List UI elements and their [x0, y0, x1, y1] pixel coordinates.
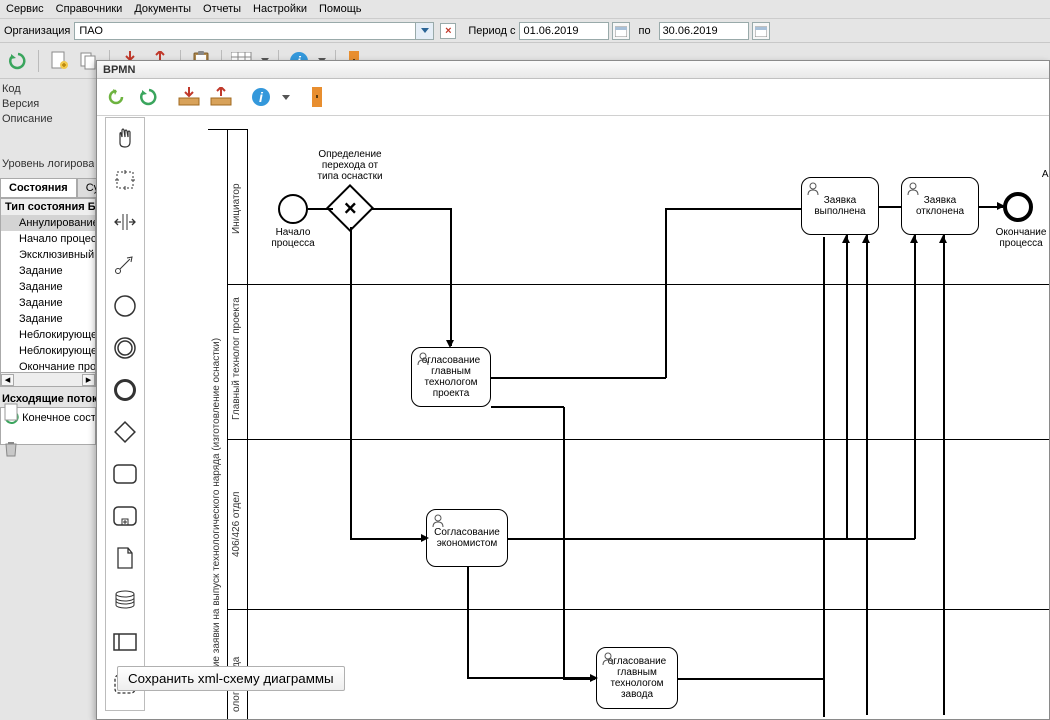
date-to-cal[interactable] — [752, 22, 770, 40]
tree-row[interactable]: Аннулирование пр — [1, 215, 95, 231]
org-clear[interactable]: × — [440, 23, 456, 39]
tree-row[interactable]: Неблокирующее з — [1, 327, 95, 343]
menu-service[interactable]: Сервис — [6, 3, 44, 15]
org-combo[interactable] — [74, 22, 434, 40]
refresh2-icon[interactable] — [137, 85, 161, 109]
tree-row[interactable]: Начало процесса — [1, 231, 95, 247]
hand-tool-icon[interactable] — [111, 124, 139, 152]
menu-ref[interactable]: Справочники — [56, 3, 123, 15]
subprocess-icon[interactable] — [111, 502, 139, 530]
user-icon — [906, 182, 920, 196]
export2-icon[interactable] — [209, 85, 233, 109]
tree-header: Тип состояния БП — [1, 199, 95, 215]
to-label: по — [638, 25, 650, 37]
lane-label-3: 406/426 отдел — [231, 479, 249, 569]
task-reject[interactable]: Заявка отклонена — [901, 177, 979, 235]
bpmn-title: BPMN — [97, 61, 1049, 79]
scroll-left-icon[interactable]: ◂ — [1, 374, 14, 386]
start-label: Начало процесса — [253, 227, 333, 249]
tree-hscroll[interactable]: ◂ ▸ — [0, 373, 96, 387]
state-tree[interactable]: Тип состояния БП Аннулирование пр Начало… — [0, 198, 96, 373]
tab-states[interactable]: Состояния — [0, 178, 77, 197]
menu-bar: Сервис Справочники Документы Отчеты Наст… — [0, 0, 1050, 19]
exit2-icon[interactable] — [307, 85, 331, 109]
tree-row[interactable]: Эксклюзивный шл — [1, 247, 95, 263]
user-icon — [601, 652, 615, 666]
lasso-tool-icon[interactable] — [111, 166, 139, 194]
tree-row[interactable]: Задание — [1, 311, 95, 327]
tree-row[interactable]: Неблокирующее з — [1, 343, 95, 359]
info2-icon[interactable]: i — [249, 85, 273, 109]
import2-icon[interactable] — [177, 85, 201, 109]
refresh-icon[interactable] — [6, 49, 30, 73]
left-kod: Код — [2, 82, 94, 97]
left-panel: Код Версия Описание Уровень логирования … — [0, 79, 96, 720]
new-doc-icon[interactable] — [47, 49, 71, 73]
connect-tool-icon[interactable] — [111, 250, 139, 278]
left-tabs: Состояния Субъ — [0, 178, 96, 198]
page-icon[interactable] — [4, 403, 20, 421]
task-tech-plant[interactable]: огласование главным технологом завода — [596, 647, 678, 709]
data-store-icon[interactable] — [111, 586, 139, 614]
intermediate-event-icon[interactable] — [111, 334, 139, 362]
pool-label: ование заявки на выпуск технологического… — [211, 289, 222, 689]
tree-row[interactable]: Задание — [1, 295, 95, 311]
start-event[interactable] — [278, 194, 308, 224]
tree-row[interactable]: Окончание проце — [1, 359, 95, 373]
task-done[interactable]: Заявка выполнена — [801, 177, 879, 235]
save-xml-button[interactable]: Сохранить xml-схему диаграммы — [117, 666, 345, 691]
org-input[interactable] — [75, 23, 415, 39]
filter-bar: Организация × Период с 01.06.2019 по 30.… — [0, 19, 1050, 43]
bpmn-window: BPMN i — [96, 60, 1050, 720]
tree-row[interactable]: Задание — [1, 263, 95, 279]
space-tool-icon[interactable] — [111, 208, 139, 236]
lane-label-1: Инициатор — [231, 169, 249, 249]
end-label: Окончание процесса — [991, 227, 1049, 249]
user-icon — [806, 182, 820, 196]
left-ver: Версия — [2, 97, 94, 112]
end-event-icon[interactable] — [111, 376, 139, 404]
undo-icon[interactable] — [105, 85, 129, 109]
menu-reports[interactable]: Отчеты — [203, 3, 241, 15]
scroll-right-icon[interactable]: ▸ — [82, 374, 95, 386]
menu-help[interactable]: Помощь — [319, 3, 362, 15]
trash-icon[interactable] — [4, 441, 20, 457]
start-event-icon[interactable] — [111, 292, 139, 320]
task-economist[interactable]: Согласование экономистом — [426, 509, 508, 567]
period-label: Период с — [468, 25, 515, 37]
gateway-icon[interactable] — [111, 418, 139, 446]
user-icon — [416, 352, 430, 366]
gateway-label: Определение перехода от типа оснастки — [305, 149, 395, 182]
left-level: Уровень логирования — [2, 157, 94, 172]
lane-label-2: Главный технолог проекта — [231, 304, 249, 424]
date-from[interactable]: 01.06.2019 — [519, 22, 609, 40]
menu-settings[interactable]: Настройки — [253, 3, 307, 15]
org-dropdown[interactable] — [415, 23, 433, 39]
bpmn-canvas[interactable]: ование заявки на выпуск технологического… — [153, 109, 1049, 719]
menu-docs[interactable]: Документы — [134, 3, 191, 15]
info2-dd-icon[interactable] — [281, 85, 291, 109]
ann-label: Ан — [1038, 169, 1049, 180]
org-label: Организация — [4, 25, 70, 37]
pool-icon[interactable] — [111, 628, 139, 656]
left-desc: Описание — [2, 112, 94, 127]
tree-row[interactable]: Задание — [1, 279, 95, 295]
data-object-icon[interactable] — [111, 544, 139, 572]
task-icon[interactable] — [111, 460, 139, 488]
end-event[interactable] — [1003, 192, 1033, 222]
date-to[interactable]: 30.06.2019 — [659, 22, 749, 40]
bpmn-palette — [105, 117, 145, 711]
task-tech-proj[interactable]: огласование главным технологом проекта — [411, 347, 491, 407]
date-from-cal[interactable] — [612, 22, 630, 40]
user-icon — [431, 514, 445, 528]
